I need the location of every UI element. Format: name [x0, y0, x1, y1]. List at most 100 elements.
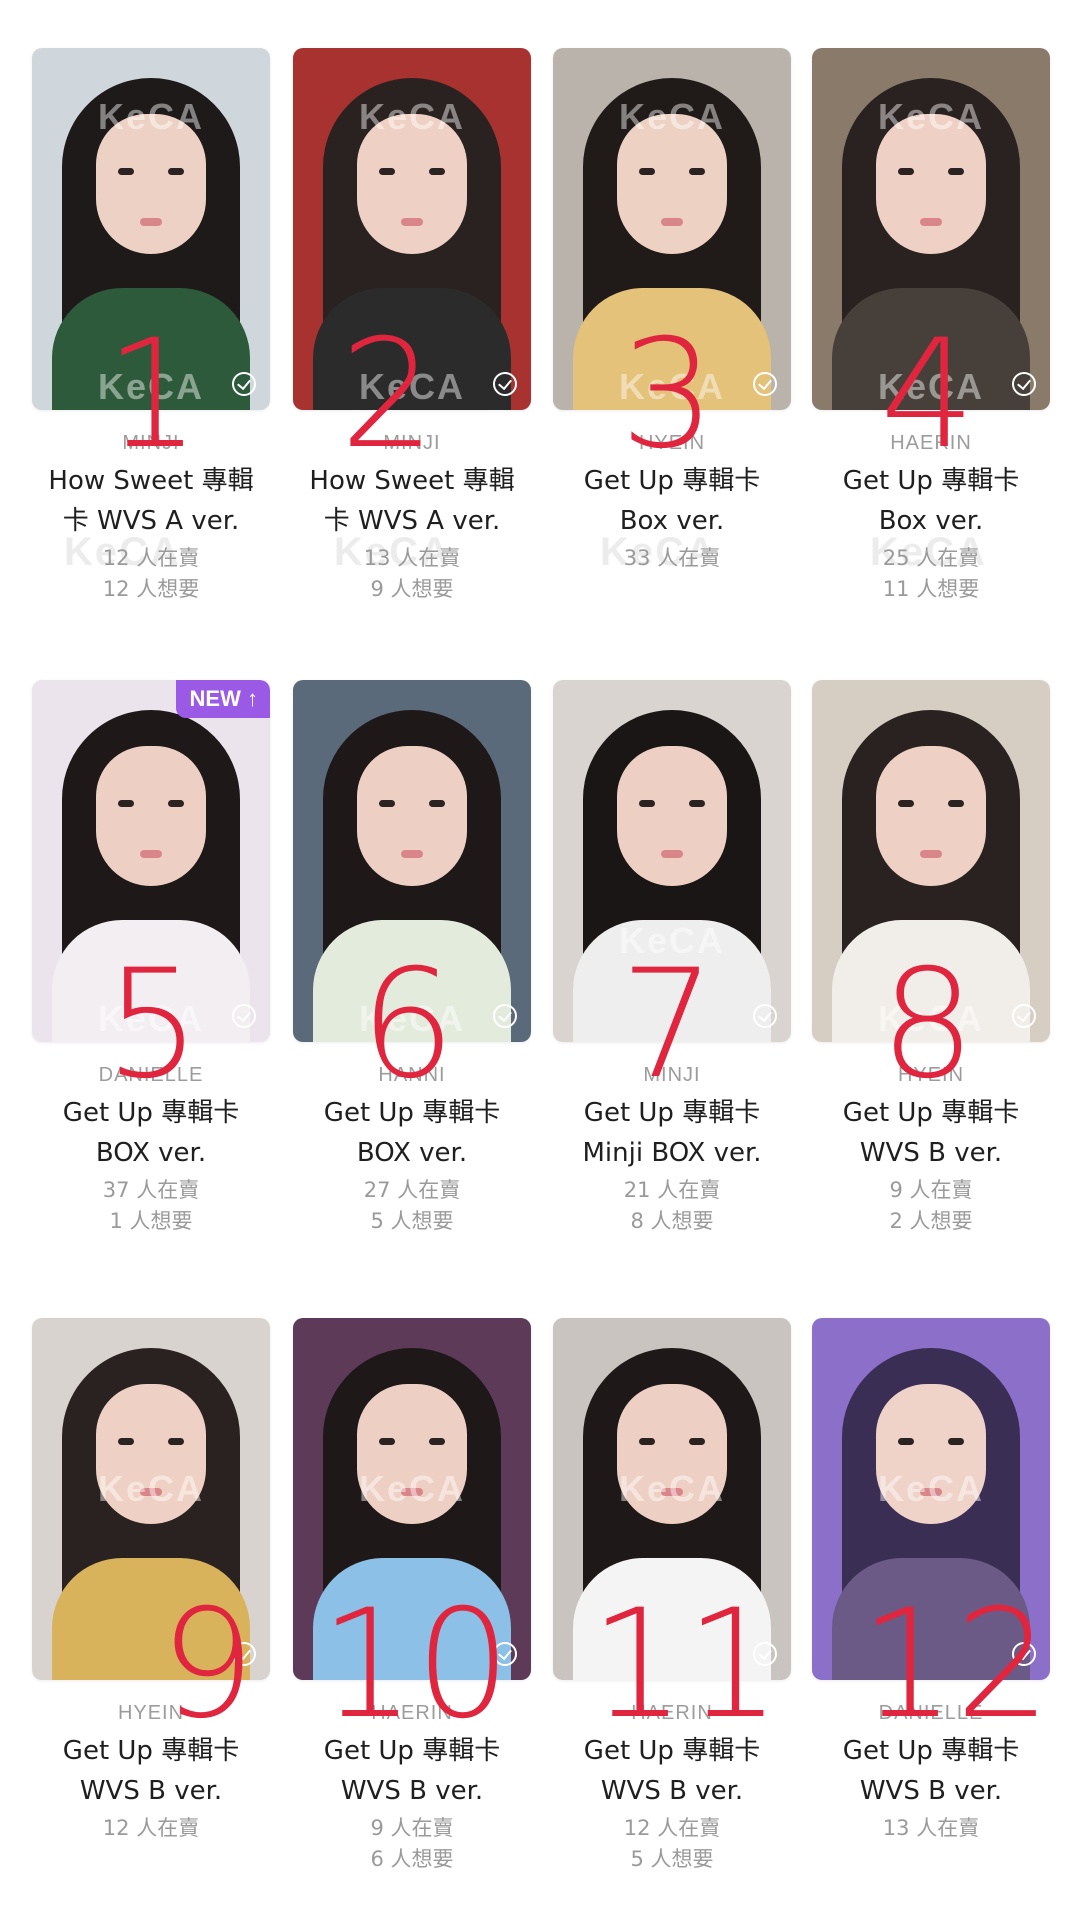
photocard-item[interactable]: KeCA DANIELLE Get Up 專輯卡 WVS B ver. 13 人…: [812, 1318, 1050, 1844]
check-circle-icon[interactable]: [232, 1642, 256, 1666]
card-title-line1: Get Up 專輯卡: [583, 466, 761, 496]
photocard-item[interactable]: KeCA KeCA HYEIN Get Up 專輯卡 Box ver. 33 人…: [553, 48, 791, 574]
wanting-count: 9 人想要: [370, 577, 454, 601]
clothing-shape: [52, 1558, 250, 1680]
eye: [639, 168, 655, 175]
watermark-text: KeCA: [97, 1468, 204, 1509]
member-name: DANIELLE: [98, 1064, 204, 1086]
check-circle-icon[interactable]: [1012, 372, 1036, 396]
card-title-line2: WVS B ver.: [340, 1776, 484, 1806]
photocard-item[interactable]: KeCA KeCA MINJI How Sweet 專輯 卡 WVS A ver…: [32, 48, 270, 605]
card-title-line1: How Sweet 專輯: [48, 466, 254, 496]
photocard-image[interactable]: KeCA KeCA: [812, 48, 1050, 410]
card-title-line2: 卡 WVS A ver.: [323, 506, 501, 536]
photocard-item[interactable]: KeCA HYEIN Get Up 專輯卡 WVS B ver. 9 人在賣 2…: [812, 680, 1050, 1237]
eye: [168, 800, 184, 807]
face-shape: [96, 746, 206, 886]
card-title-line1: Get Up 專輯卡: [583, 1098, 761, 1128]
card-title-line2: BOX ver.: [356, 1138, 468, 1168]
wanting-count: 11 人想要: [882, 577, 980, 601]
card-title-line2: Minji BOX ver.: [582, 1138, 762, 1168]
card-title-line1: Get Up 專輯卡: [62, 1098, 240, 1128]
selling-count: 33 人在賣: [623, 546, 721, 570]
card-title-line1: Get Up 專輯卡: [842, 1098, 1020, 1128]
check-circle-icon[interactable]: [753, 372, 777, 396]
member-name: HAERIN: [631, 1702, 713, 1724]
check-circle-icon[interactable]: [753, 1642, 777, 1666]
face-shape: [617, 746, 727, 886]
photocard-item[interactable]: KeCA HAERIN Get Up 專輯卡 WVS B ver. 12 人在賣…: [553, 1318, 791, 1875]
eye: [118, 1438, 134, 1445]
photocard-grid: KeCA KeCA KeCA KeCA KeCA KeCA MINJI How …: [0, 0, 1080, 1919]
member-name: MINJI: [122, 432, 180, 454]
check-circle-icon[interactable]: [493, 1004, 517, 1028]
photocard-image[interactable]: KeCA KeCA: [32, 48, 270, 410]
check-circle-icon[interactable]: [1012, 1642, 1036, 1666]
member-name: HANNI: [378, 1064, 446, 1086]
card-title-line2: WVS B ver.: [859, 1138, 1003, 1168]
check-circle-icon[interactable]: [493, 1642, 517, 1666]
watermark-text: KeCA: [618, 1468, 725, 1509]
wanting-count: 6 人想要: [370, 1847, 454, 1871]
eye: [429, 1438, 445, 1445]
card-title-line2: WVS B ver.: [859, 1776, 1003, 1806]
card-title-line2: BOX ver.: [95, 1138, 207, 1168]
wanting-count: 5 人想要: [370, 1209, 454, 1233]
lips: [920, 850, 942, 858]
photocard-item[interactable]: KeCA NEW ↑ DANIELLE Get Up 專輯卡 BOX ver. …: [32, 680, 270, 1237]
photocard-image[interactable]: KeCA: [812, 1318, 1050, 1680]
card-title-line1: Get Up 專輯卡: [323, 1098, 501, 1128]
selling-count: 12 人在賣: [102, 1816, 200, 1840]
watermark-text: KeCA: [877, 1468, 984, 1509]
photocard-item[interactable]: KeCA KeCA HAERIN Get Up 專輯卡 Box ver. 25 …: [812, 48, 1050, 605]
wanting-count: 5 人想要: [630, 1847, 714, 1871]
new-badge: NEW ↑: [175, 680, 270, 718]
card-title-line2: 卡 WVS A ver.: [62, 506, 240, 536]
watermark-text: KeCA: [358, 96, 465, 137]
lips: [401, 218, 423, 226]
check-circle-icon[interactable]: [1012, 1004, 1036, 1028]
photocard-image[interactable]: KeCA NEW ↑: [32, 680, 270, 1042]
lips: [920, 218, 942, 226]
wanting-count: 8 人想要: [630, 1209, 714, 1233]
check-circle-icon[interactable]: [493, 372, 517, 396]
photocard-item[interactable]: KeCA HANNI Get Up 專輯卡 BOX ver. 27 人在賣 5 …: [293, 680, 531, 1237]
watermark-text: KeCA: [97, 96, 204, 137]
card-title-line2: WVS B ver.: [600, 1776, 744, 1806]
eye: [689, 800, 705, 807]
lips: [401, 850, 423, 858]
photocard-item[interactable]: KeCA HAERIN Get Up 專輯卡 WVS B ver. 9 人在賣 …: [293, 1318, 531, 1875]
selling-count: 25 人在賣: [882, 546, 980, 570]
photocard-image[interactable]: KeCA KeCA: [293, 48, 531, 410]
photocard-image[interactable]: KeCA: [553, 680, 791, 1042]
eye: [639, 1438, 655, 1445]
photocard-image[interactable]: KeCA KeCA: [553, 48, 791, 410]
photocard-image[interactable]: KeCA: [293, 1318, 531, 1680]
selling-count: 12 人在賣: [102, 546, 200, 570]
photocard-image[interactable]: KeCA: [553, 1318, 791, 1680]
card-title-line2: Box ver.: [878, 506, 984, 536]
photocard-item[interactable]: KeCA HYEIN Get Up 專輯卡 WVS B ver. 12 人在賣: [32, 1318, 270, 1844]
check-circle-icon[interactable]: [753, 1004, 777, 1028]
photocard-image[interactable]: KeCA: [293, 680, 531, 1042]
lips: [140, 850, 162, 858]
photocard-item[interactable]: KeCA MINJI Get Up 專輯卡 Minji BOX ver. 21 …: [553, 680, 791, 1237]
selling-count: 21 人在賣: [623, 1178, 721, 1202]
check-circle-icon[interactable]: [232, 1004, 256, 1028]
eye: [689, 168, 705, 175]
member-name: HAERIN: [371, 1702, 453, 1724]
photocard-image[interactable]: KeCA: [812, 680, 1050, 1042]
eye: [379, 800, 395, 807]
photocard-image[interactable]: KeCA: [32, 1318, 270, 1680]
photocard-item[interactable]: KeCA KeCA MINJI How Sweet 專輯 卡 WVS A ver…: [293, 48, 531, 605]
card-title-line1: Get Up 專輯卡: [842, 1736, 1020, 1766]
watermark-text: KeCA: [618, 96, 725, 137]
selling-count: 13 人在賣: [363, 546, 461, 570]
check-circle-icon[interactable]: [232, 372, 256, 396]
selling-count: 13 人在賣: [882, 1816, 980, 1840]
lips: [140, 218, 162, 226]
member-name: HYEIN: [897, 1064, 965, 1086]
card-title-line1: Get Up 專輯卡: [62, 1736, 240, 1766]
selling-count: 9 人在賣: [889, 1178, 973, 1202]
eye: [118, 168, 134, 175]
